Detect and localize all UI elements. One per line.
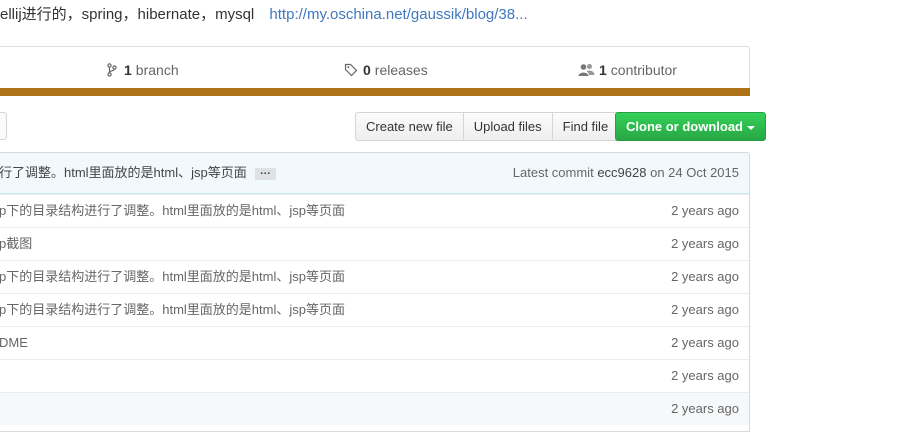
file-age: 2 years ago — [671, 401, 739, 416]
file-commit-message[interactable]: p下的目录结构进行了调整。html里面放的是html、jsp等页面 — [0, 294, 345, 326]
tag-icon — [343, 62, 359, 78]
repo-description: ellij进行的，spring，hibernate，mysql http://m… — [0, 4, 912, 26]
table-row: p截图 2 years ago — [0, 227, 749, 260]
commit-message: 行了调整。html里面放的是html、jsp等页面 … — [0, 153, 276, 193]
expand-commit-button[interactable]: … — [254, 165, 276, 180]
branches-stat[interactable]: 1 branch — [104, 60, 179, 80]
branches-count: 1 — [124, 62, 132, 78]
contributors-stat[interactable]: 1 contributor — [577, 60, 677, 80]
file-age: 2 years ago — [671, 368, 739, 383]
commit-tease: 行了调整。html里面放的是html、jsp等页面 … Latest commit… — [0, 153, 749, 194]
file-commit-message[interactable]: p下的目录结构进行了调整。html里面放的是html、jsp等页面 — [0, 195, 345, 227]
file-age: 2 years ago — [671, 335, 739, 350]
table-row: p下的目录结构进行了调整。html里面放的是html、jsp等页面 2 year… — [0, 260, 749, 293]
file-actions: Create new file Upload files Find file — [355, 112, 620, 141]
table-row: p下的目录结构进行了调整。html里面放的是html、jsp等页面 2 year… — [0, 293, 749, 326]
contributors-label: contributor — [610, 62, 677, 78]
people-icon — [577, 62, 595, 78]
table-row: 2 years ago — [0, 359, 749, 392]
branches-label: branch — [135, 62, 179, 78]
commit-message-text[interactable]: 行了调整。html里面放的是html、jsp等页面 — [0, 165, 247, 180]
file-table: 行了调整。html里面放的是html、jsp等页面 … Latest commit… — [0, 152, 750, 432]
file-age: 2 years ago — [671, 236, 739, 251]
language-bar[interactable] — [0, 88, 750, 96]
create-new-file-button[interactable]: Create new file — [355, 112, 464, 141]
repo-homepage-link[interactable]: http://my.oschina.net/gaussik/blog/38... — [269, 6, 527, 23]
file-commit-message[interactable]: DME — [0, 327, 28, 359]
releases-stat[interactable]: 0 releases — [343, 60, 428, 80]
latest-commit-label: Latest commit — [512, 165, 594, 180]
branch-select-button[interactable] — [0, 112, 7, 140]
commit-date: on 24 Oct 2015 — [650, 165, 739, 180]
file-age: 2 years ago — [671, 203, 739, 218]
file-age: 2 years ago — [671, 302, 739, 317]
git-branch-icon — [104, 62, 120, 78]
releases-label: releases — [374, 62, 428, 78]
find-file-button[interactable]: Find file — [552, 112, 620, 141]
table-row: DME 2 years ago — [0, 326, 749, 359]
table-row: 2 years ago — [0, 392, 749, 425]
table-row: p下的目录结构进行了调整。html里面放的是html、jsp等页面 2 year… — [0, 194, 749, 227]
file-commit-message[interactable]: p截图 — [0, 228, 32, 260]
repo-description-text: ellij进行的，spring，hibernate，mysql — [0, 6, 255, 23]
clone-or-download-label: Clone or download — [626, 119, 743, 134]
clone-or-download-button[interactable]: Clone or download — [615, 112, 766, 141]
releases-count: 0 — [363, 62, 371, 78]
commit-sha-link[interactable]: ecc9628 — [597, 165, 646, 180]
contributors-count: 1 — [599, 62, 607, 78]
caret-down-icon — [747, 125, 755, 130]
file-commit-message[interactable]: p下的目录结构进行了调整。html里面放的是html、jsp等页面 — [0, 261, 345, 293]
upload-files-button[interactable]: Upload files — [463, 112, 553, 141]
repo-summary: 1 branch 0 releases 1 contributor — [0, 46, 750, 96]
latest-commit: Latest commit ecc9628 on 24 Oct 2015 — [513, 153, 739, 193]
file-age: 2 years ago — [671, 269, 739, 284]
